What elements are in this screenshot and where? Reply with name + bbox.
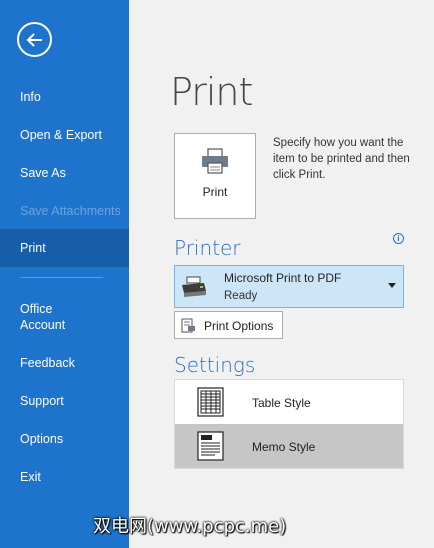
table-style-option[interactable]: Table Style [175, 380, 403, 424]
sidebar-divider [20, 277, 103, 278]
print-button-label: Print [202, 185, 228, 199]
sidebar-item-office-account[interactable]: Office Account [0, 301, 129, 333]
memo-style-icon [197, 431, 224, 461]
printer-icon [202, 148, 228, 174]
watermark: 双电网(www.pcpc.me) [93, 516, 287, 537]
chevron-down-icon [388, 283, 396, 288]
printer-status: Ready [224, 290, 258, 302]
printer-device-icon [182, 276, 206, 297]
sidebar-item-label: Account [20, 318, 66, 332]
memo-style-label: Memo Style [252, 440, 316, 454]
sidebar-item-feedback[interactable]: Feedback [0, 355, 129, 371]
sidebar-item-open-export[interactable]: Open & Export [0, 127, 129, 143]
sidebar-item-label: Office [20, 302, 53, 316]
selected-printer-name: Microsoft Print to PDF [224, 271, 342, 285]
sidebar-item-save-as[interactable]: Save As [0, 165, 129, 181]
info-icon[interactable]: i [393, 233, 404, 244]
print-button[interactable]: Print [174, 133, 256, 219]
printer-dropdown[interactable]: Microsoft Print to PDF Ready [174, 265, 404, 308]
sidebar-item-info[interactable]: Info [0, 89, 129, 105]
sidebar-item-options[interactable]: Options [0, 431, 129, 447]
print-options-label: Print Options [204, 319, 274, 333]
print-options-button[interactable]: Print Options [174, 311, 283, 339]
print-description: Specify how you want the item to be prin… [273, 137, 410, 181]
printer-section-title: Printer [174, 236, 241, 260]
sidebar-item-support[interactable]: Support [0, 393, 129, 409]
settings-section-title: Settings [174, 353, 256, 377]
sidebar-item-save-attachments: Save Attachments [20, 204, 121, 218]
print-options-icon [181, 318, 195, 333]
backstage-sidebar: Info Open & Export Save As Save Attachme… [0, 0, 129, 548]
table-style-label: Table Style [252, 396, 311, 410]
sidebar-item-exit[interactable]: Exit [0, 469, 129, 485]
memo-style-option[interactable]: Memo Style [175, 424, 403, 468]
print-panel: Print Print Specify how you want the ite… [129, 0, 434, 548]
sidebar-item-print[interactable]: Print [0, 229, 129, 267]
table-style-icon [197, 387, 224, 417]
back-arrow-icon[interactable] [17, 22, 52, 57]
page-title: Print [170, 70, 253, 114]
print-style-list: Table Style Memo Style [174, 379, 404, 469]
